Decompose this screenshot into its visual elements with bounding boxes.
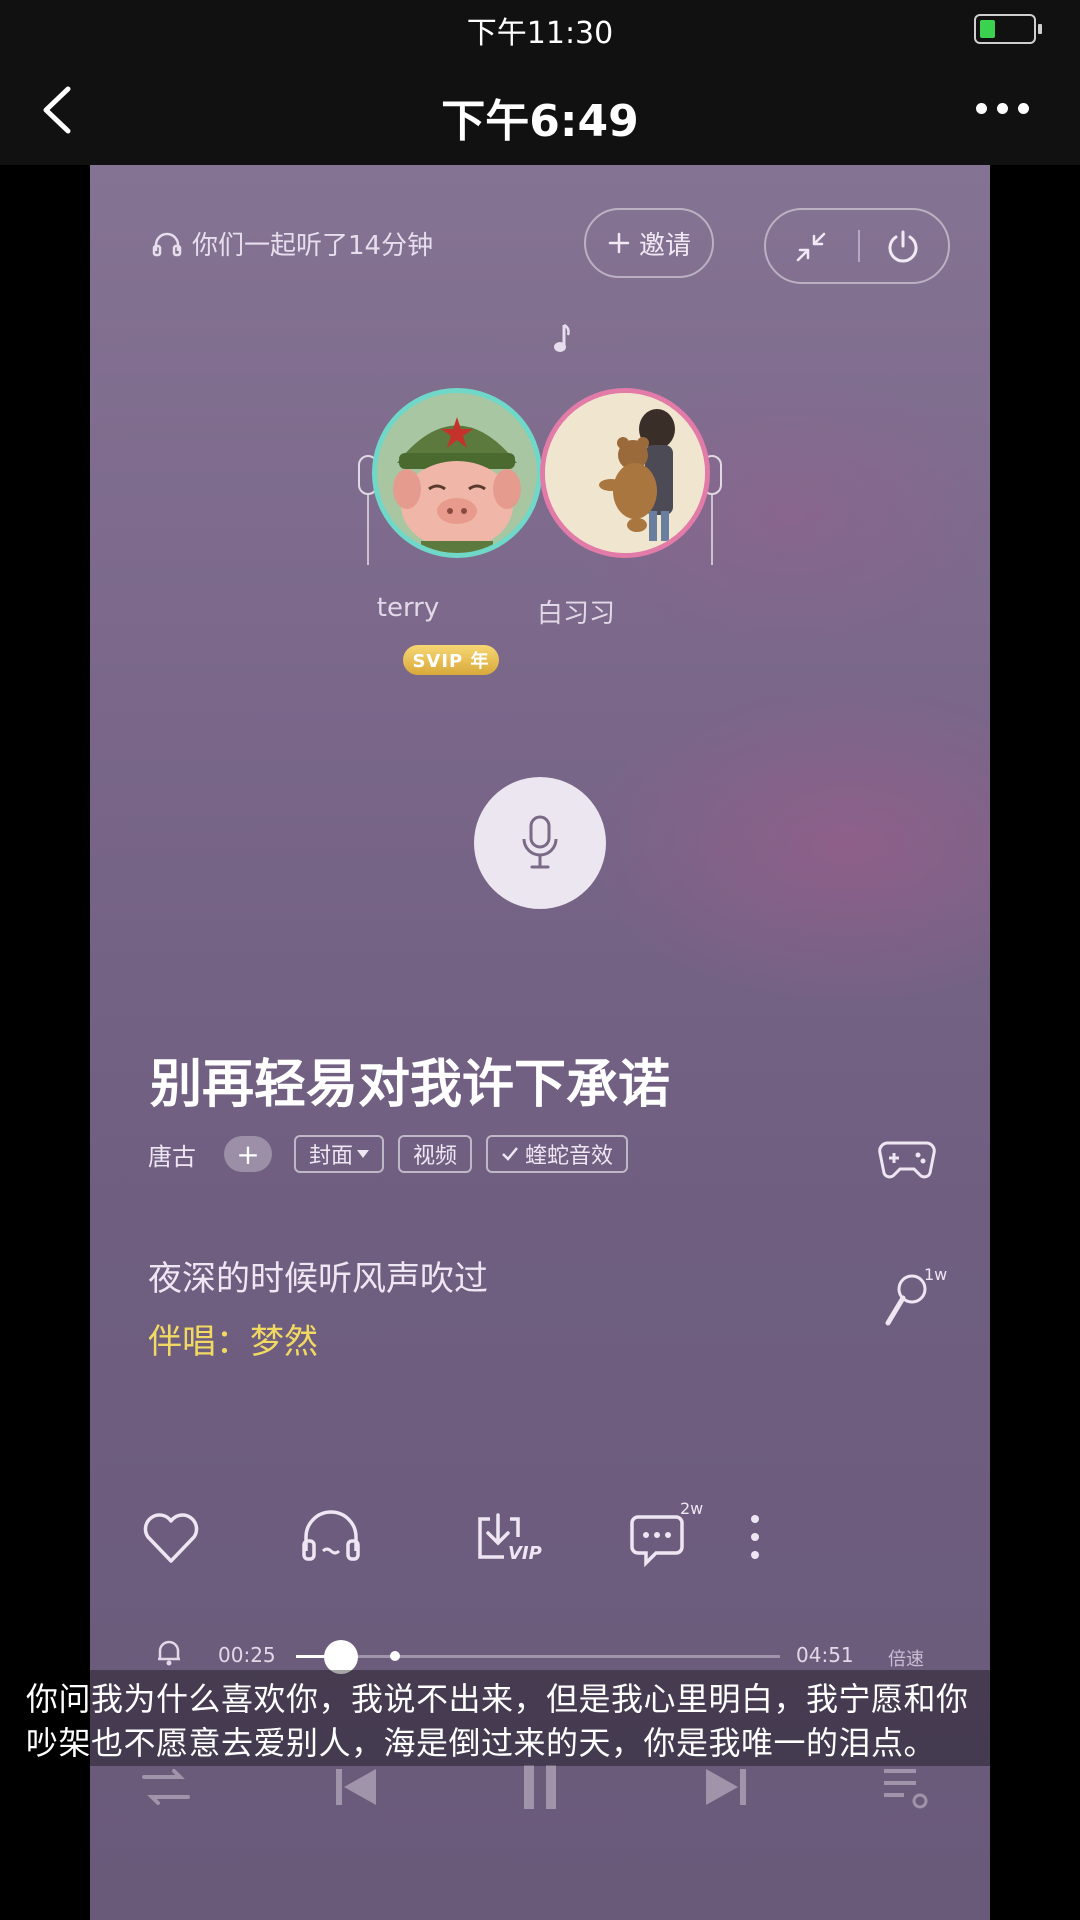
artist-name[interactable]: 唐古 xyxy=(148,1137,196,1172)
more-vertical-icon[interactable] xyxy=(720,1503,790,1573)
tag-cover[interactable]: 封面 xyxy=(294,1135,385,1173)
battery-icon xyxy=(974,14,1042,44)
music-note-icon xyxy=(554,323,570,352)
bell-icon[interactable] xyxy=(156,1637,182,1667)
collapse-icon[interactable] xyxy=(794,230,828,264)
buffer-marker xyxy=(390,1651,401,1661)
caret-down-icon xyxy=(357,1150,370,1158)
tag-video[interactable]: 视频 xyxy=(398,1135,473,1173)
nav-bar: 下午6:49 xyxy=(0,55,1080,165)
player-screen: 你们一起听了14分钟 邀请 terry 白习习 SVIP 年 别再轻易对我许下承… xyxy=(90,165,990,1920)
progress-slider[interactable] xyxy=(296,1640,780,1674)
tag-sound-effect[interactable]: 蝰蛇音效 xyxy=(486,1135,629,1173)
pause-icon[interactable] xyxy=(510,1757,570,1817)
karaoke-count: 1w xyxy=(924,1265,948,1284)
battery-fill xyxy=(980,20,995,38)
progress-area: 00:25 04:51 倍速 xyxy=(90,1625,990,1674)
action-bar: VIP 2w xyxy=(90,1499,990,1573)
gamepad-icon[interactable] xyxy=(878,1139,936,1179)
status-time: 下午11:30 xyxy=(466,16,614,51)
lyric-featuring-line: 伴唱：梦然 xyxy=(148,1322,318,1362)
svip-badge: SVIP 年 xyxy=(403,645,499,675)
playlist-icon[interactable] xyxy=(876,1757,936,1817)
username-terry: terry xyxy=(376,593,440,623)
next-icon[interactable] xyxy=(696,1757,756,1817)
room-controls xyxy=(764,208,950,284)
microphone-icon xyxy=(522,815,558,869)
video-subtitle: 你问我为什么喜欢你，我说不出来，但是我心里明白，我宁愿和你 吵架也不愿意去爱别人… xyxy=(0,1670,1080,1766)
song-title: 别再轻易对我许下承诺 xyxy=(150,1055,671,1115)
more-horizontal-icon[interactable] xyxy=(976,103,1032,117)
pig-soldier-avatar-image xyxy=(377,393,537,553)
nav-title: 下午6:49 xyxy=(441,96,639,147)
playback-controls xyxy=(90,1757,990,1827)
headphones-icon xyxy=(152,232,182,256)
check-icon xyxy=(502,1147,518,1161)
follow-artist-button[interactable]: + xyxy=(224,1136,272,1172)
song-meta-row: 唐古 + 封面 视频 蝰蛇音效 xyxy=(148,1133,629,1175)
plus-icon xyxy=(608,232,630,254)
microphone-button[interactable] xyxy=(474,777,606,909)
invite-label: 邀请 xyxy=(638,230,691,261)
avatar-bai[interactable] xyxy=(540,388,710,558)
listen-together-info: 你们一起听了14分钟 xyxy=(152,225,433,262)
total-time: 04:51 xyxy=(796,1643,854,1667)
status-bar: 下午11:30 xyxy=(0,0,1080,55)
heart-icon[interactable] xyxy=(136,1503,206,1573)
comment-count: 2w xyxy=(680,1499,704,1518)
shuffle-icon[interactable] xyxy=(136,1757,196,1817)
current-time: 00:25 xyxy=(218,1643,276,1667)
avatar-terry[interactable] xyxy=(372,388,542,558)
listen-duration-text: 你们一起听了14分钟 xyxy=(192,231,434,261)
teddy-bear-avatar-image xyxy=(545,393,705,553)
speed-button[interactable]: 倍速 xyxy=(888,1645,924,1671)
power-icon[interactable] xyxy=(884,228,922,266)
invite-button[interactable]: 邀请 xyxy=(584,208,714,278)
headphones-icon[interactable] xyxy=(296,1503,366,1573)
subtitle-line-1: 你问我为什么喜欢你，我说不出来，但是我心里明白，我宁愿和你 xyxy=(26,1680,969,1718)
progress-thumb[interactable] xyxy=(324,1640,359,1674)
previous-icon[interactable] xyxy=(326,1757,386,1817)
username-bai: 白习习 xyxy=(536,599,615,629)
lyric-current-line: 夜深的时候听风声吹过 xyxy=(148,1259,488,1299)
download-vip-badge: VIP xyxy=(508,1543,542,1564)
subtitle-line-2: 吵架也不愿意去爱别人，海是倒过来的天，你是我唯一的泪点。 xyxy=(26,1724,937,1762)
